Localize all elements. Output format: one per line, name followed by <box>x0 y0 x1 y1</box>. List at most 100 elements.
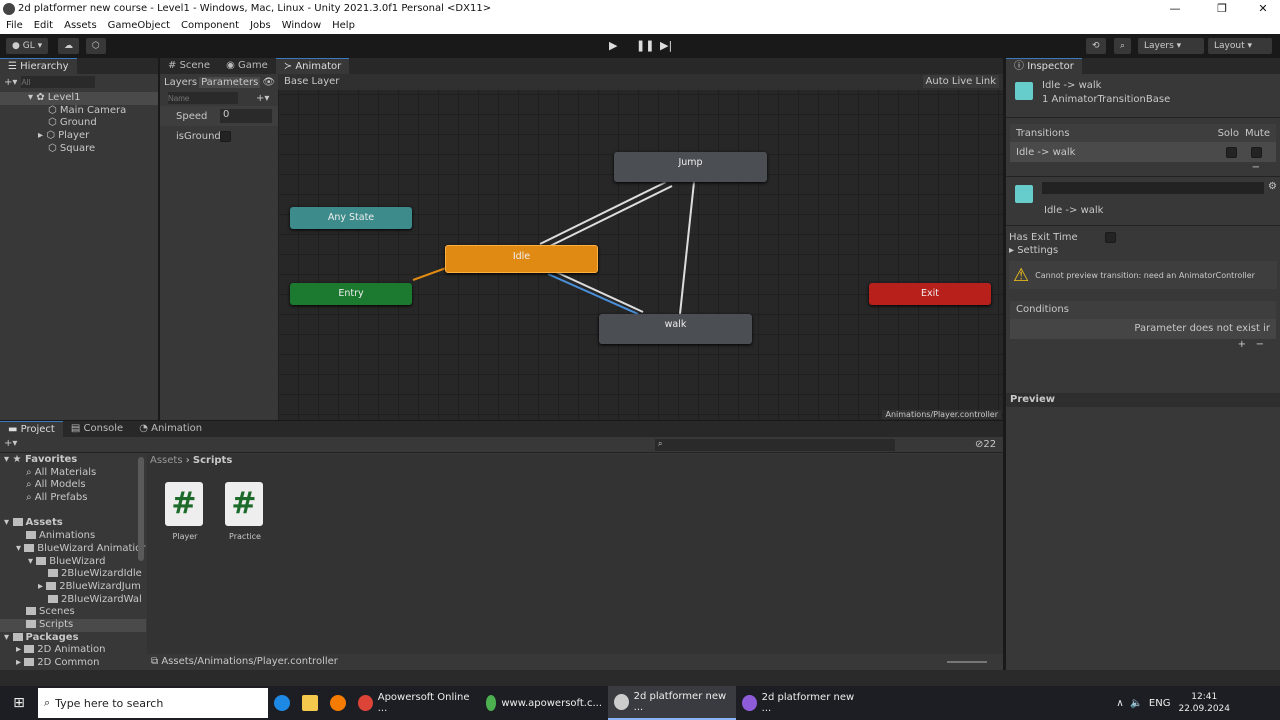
tree-item-selected[interactable]: Scripts <box>0 618 146 632</box>
cloud-button[interactable]: ☁ <box>58 38 79 54</box>
step-button[interactable]: ▶| <box>660 39 672 52</box>
tab-layers[interactable]: Layers <box>164 77 197 88</box>
menu-assets[interactable]: Assets <box>64 18 97 34</box>
add-condition-button[interactable]: + <box>1238 339 1246 350</box>
breadcrumb-scripts[interactable]: Scripts <box>193 455 232 466</box>
edge-icon[interactable] <box>268 686 296 720</box>
tree-item[interactable]: Animations <box>0 530 146 543</box>
tree-item[interactable]: ⌕ All Prefabs <box>0 492 146 505</box>
settings-foldout[interactable]: ▸ Settings <box>1006 245 1280 261</box>
tree-item[interactable]: 2BlueWizardWal <box>0 594 146 607</box>
tree-favorites[interactable]: ▾ ★ Favorites <box>0 454 146 467</box>
maximize-button[interactable]: ❐ <box>1207 0 1237 18</box>
gear-icon[interactable]: ⚙ <box>1268 181 1277 192</box>
menu-gameobject[interactable]: GameObject <box>108 18 170 34</box>
state-entry[interactable]: Entry <box>290 283 412 305</box>
tree-item[interactable]: ▸ 2BlueWizardJum <box>0 581 146 594</box>
tree-item[interactable]: ⬡ Main Camera <box>0 105 158 118</box>
remove-condition-button[interactable]: − <box>1256 339 1264 350</box>
parameter-row[interactable]: Speed 0 <box>160 106 278 126</box>
tree-item[interactable]: Scenes <box>0 606 146 619</box>
add-icon[interactable]: +▾ <box>4 77 17 88</box>
taskbar-app-vs[interactable]: 2d platformer new ... <box>736 686 864 720</box>
pause-button[interactable]: ❚❚ <box>636 39 654 52</box>
parameter-checkbox[interactable] <box>220 130 231 142</box>
script-file-player[interactable]: # Player <box>165 482 205 541</box>
parameter-search-input[interactable] <box>168 92 238 104</box>
tree-item[interactable]: ▸ 2D Common <box>0 657 146 670</box>
tab-scene[interactable]: # Scene <box>160 58 218 74</box>
tree-packages[interactable]: ▾ Packages <box>0 632 146 645</box>
search-button[interactable]: ⌕ <box>1114 38 1132 54</box>
transition-name-input[interactable] <box>1042 182 1264 194</box>
solo-checkbox[interactable] <box>1226 146 1237 158</box>
eye-icon[interactable]: 👁 <box>262 77 275 88</box>
tree-item[interactable]: ⬡ Square <box>0 143 158 156</box>
taskbar-app[interactable]: www.apowersoft.c... <box>480 686 608 720</box>
tree-item[interactable]: 2BlueWizardIdle <box>0 568 146 581</box>
play-button[interactable]: ▶ <box>609 39 617 52</box>
transition-list-item[interactable]: Idle -> walk <box>1010 142 1276 162</box>
tab-hierarchy[interactable]: ☰ Hierarchy <box>0 58 77 74</box>
state-idle[interactable]: Idle <box>445 245 598 273</box>
account-dropdown[interactable]: ● GL ▾ <box>6 38 49 54</box>
script-file-practice[interactable]: # Practice <box>225 482 265 541</box>
clock[interactable]: 12:41 22.09.2024 <box>1178 691 1230 715</box>
state-walk[interactable]: walk <box>599 314 752 344</box>
hidden-packages-count[interactable]: ⊘22 <box>975 439 996 450</box>
tree-scrollbar[interactable] <box>138 457 144 561</box>
minimize-button[interactable]: — <box>1160 0 1190 18</box>
tree-item[interactable]: ⬡ Ground <box>0 117 158 130</box>
create-button[interactable]: +▾ <box>4 438 17 449</box>
history-button[interactable]: ⟲ <box>1086 38 1106 54</box>
menu-file[interactable]: File <box>6 18 23 34</box>
state-jump[interactable]: Jump <box>614 152 767 182</box>
tab-project[interactable]: ▬ Project <box>0 421 63 437</box>
tab-game[interactable]: ◉ Game <box>218 58 276 74</box>
tab-animation[interactable]: ◔ Animation <box>131 421 210 437</box>
icon-size-slider[interactable] <box>947 661 987 663</box>
layers-dropdown[interactable]: Layers ▾ <box>1138 38 1204 54</box>
file-explorer-icon[interactable] <box>296 686 324 720</box>
tree-item[interactable]: ▾ BlueWizard Animatior <box>0 543 146 556</box>
taskbar-search[interactable]: ⌕ Type here to search <box>38 688 268 718</box>
system-tray[interactable]: ∧ 🔈 ENG <box>1116 698 1170 709</box>
menu-window[interactable]: Window <box>282 18 321 34</box>
mute-checkbox[interactable] <box>1251 146 1262 158</box>
firefox-icon[interactable] <box>324 686 352 720</box>
tab-parameters[interactable]: Parameters <box>199 76 261 88</box>
start-button[interactable]: ⊞ <box>0 686 38 720</box>
tree-item[interactable]: ⌕ All Models <box>0 479 146 492</box>
menu-component[interactable]: Component <box>181 18 239 34</box>
state-any-state[interactable]: Any State <box>290 207 412 229</box>
taskbar-app-unity[interactable]: 2d platformer new ... <box>608 686 736 720</box>
close-button[interactable]: ✕ <box>1248 0 1278 18</box>
has-exit-time-checkbox[interactable] <box>1105 231 1116 243</box>
breadcrumb-assets[interactable]: Assets <box>150 455 183 466</box>
tree-assets[interactable]: ▾ Assets <box>0 517 146 530</box>
tree-item-level1[interactable]: ▾ ✿ Level1 <box>0 92 158 105</box>
preview-header[interactable]: Preview <box>1006 393 1280 407</box>
parameter-value-input[interactable]: 0 <box>220 109 272 123</box>
tree-item[interactable]: ▸ 2D Animation <box>0 644 146 657</box>
tree-item[interactable]: ⌕ All Materials <box>0 467 146 480</box>
tree-item[interactable]: ▸ ⬡ Player <box>0 130 158 143</box>
menu-edit[interactable]: Edit <box>34 18 53 34</box>
layout-dropdown[interactable]: Layout ▾ <box>1208 38 1272 54</box>
collab-button[interactable]: ⬡ <box>86 38 106 54</box>
menu-jobs[interactable]: Jobs <box>250 18 271 34</box>
remove-transition-button[interactable]: − <box>1006 162 1280 176</box>
tree-item[interactable]: ▾ BlueWizard <box>0 556 146 569</box>
menu-help[interactable]: Help <box>332 18 355 34</box>
condition-row[interactable]: Parameter does not exist ir <box>1010 319 1276 339</box>
hierarchy-search-input[interactable] <box>21 76 96 88</box>
taskbar-app[interactable]: Apowersoft Online ... <box>352 686 480 720</box>
add-parameter-button[interactable]: +▾ <box>256 93 269 104</box>
tab-animator[interactable]: ≻ Animator <box>275 58 350 74</box>
project-search-input[interactable]: ⌕ <box>655 439 895 451</box>
parameter-row[interactable]: isGrounde <box>160 126 278 146</box>
tab-console[interactable]: ▤ Console <box>63 421 131 437</box>
state-exit[interactable]: Exit <box>869 283 991 305</box>
tab-inspector[interactable]: ⓘ Inspector <box>1006 58 1082 74</box>
animator-graph[interactable]: Base Layer Auto Live Link Any State Entr… <box>278 74 1003 420</box>
